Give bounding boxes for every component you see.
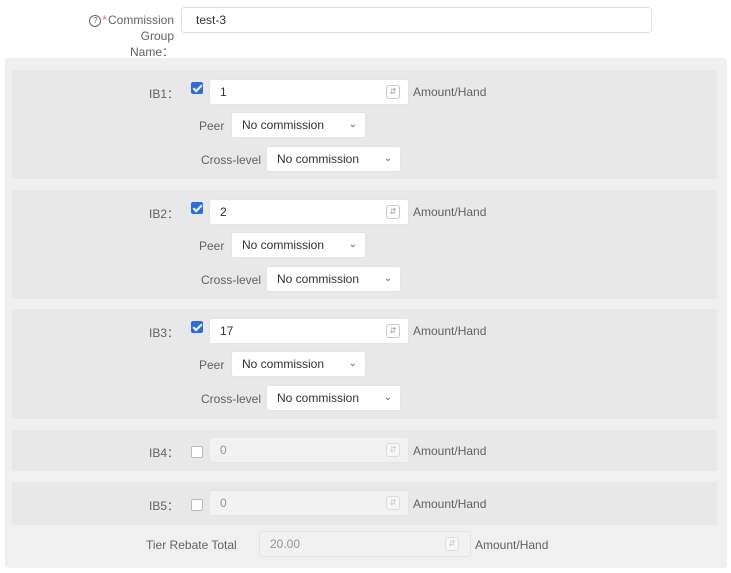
ib1-label: IB1： xyxy=(149,87,180,101)
ib1-unit: Amount/Hand xyxy=(413,85,487,99)
ib1-peer-label: Peer xyxy=(199,119,225,133)
chevron-down-icon: ⌄ xyxy=(383,392,392,403)
ib1-peer-select-value: No commission xyxy=(242,118,325,132)
ib3-peer-select[interactable]: No commission ⌄ xyxy=(231,351,366,377)
ib4-checkbox[interactable] xyxy=(191,446,203,458)
tier-rebate-total-unit: Amount/Hand xyxy=(475,538,549,552)
ib3-cross-level-label: Cross-level xyxy=(201,392,262,406)
commission-group-name-input[interactable]: test-3 xyxy=(181,7,652,33)
ib4-amount-input[interactable]: 0 xyxy=(209,437,409,463)
ib5-unit: Amount/Hand xyxy=(413,497,487,511)
ib1-block: IB1： 1 ⇵ Amount/Hand Peer No commission … xyxy=(12,70,717,179)
ib3-amount-input[interactable]: 17 xyxy=(209,318,409,344)
chevron-down-icon: ⌄ xyxy=(348,358,357,369)
tier-rebate-total-input: 20.00 xyxy=(259,531,471,557)
ib2-spinner-icon[interactable]: ⇵ xyxy=(386,205,400,219)
chevron-down-icon: ⌄ xyxy=(383,273,392,284)
ib3-label: IB3： xyxy=(149,326,180,340)
ib2-block: IB2： 2 ⇵ Amount/Hand Peer No commission … xyxy=(12,190,717,299)
ib3-peer-select-value: No commission xyxy=(242,357,325,371)
ib3-unit: Amount/Hand xyxy=(413,324,487,338)
chevron-down-icon: ⌄ xyxy=(348,119,357,130)
ib2-cross-level-select[interactable]: No commission ⌄ xyxy=(266,266,401,292)
chevron-down-icon: ⌄ xyxy=(383,153,392,164)
ib1-amount-input[interactable]: 1 xyxy=(209,79,409,105)
ib1-peer-select[interactable]: No commission ⌄ xyxy=(231,112,366,138)
ib3-cross-level-select[interactable]: No commission ⌄ xyxy=(266,385,401,411)
tier-rebate-total-label: Tier Rebate Total xyxy=(146,538,237,552)
commission-group-name-row: ? *Commission Group Name： test-3 xyxy=(0,0,731,59)
ib2-peer-select[interactable]: No commission ⌄ xyxy=(231,232,366,258)
ib2-label: IB2： xyxy=(149,207,180,221)
ib4-unit: Amount/Hand xyxy=(413,444,487,458)
ib5-amount-input[interactable]: 0 xyxy=(209,490,409,516)
ib5-block: IB5： 0 ⇵ Amount/Hand xyxy=(12,482,717,525)
ib5-spinner-icon[interactable]: ⇵ xyxy=(386,496,400,510)
name-label-line1: Commission Group xyxy=(107,13,174,43)
ib4-label: IB4： xyxy=(149,446,180,460)
ib1-cross-level-select-value: No commission xyxy=(277,152,360,166)
tier-rebate-total-spinner-icon: ⇵ xyxy=(445,537,459,551)
ib3-spinner-icon[interactable]: ⇵ xyxy=(386,324,400,338)
ib2-cross-level-select-value: No commission xyxy=(277,272,360,286)
ib2-amount-input[interactable]: 2 xyxy=(209,199,409,225)
ib5-checkbox[interactable] xyxy=(191,499,203,511)
ib2-peer-label: Peer xyxy=(199,239,225,253)
ib4-spinner-icon[interactable]: ⇵ xyxy=(386,443,400,457)
ib3-cross-level-select-value: No commission xyxy=(277,391,360,405)
ib1-checkbox[interactable] xyxy=(191,82,203,94)
chevron-down-icon: ⌄ xyxy=(348,239,357,250)
name-label-line2: Name： xyxy=(129,45,174,59)
ib1-spinner-icon[interactable]: ⇵ xyxy=(386,85,400,99)
ib3-peer-label: Peer xyxy=(199,358,225,372)
ib2-peer-select-value: No commission xyxy=(242,238,325,252)
ib3-block: IB3： 17 ⇵ Amount/Hand Peer No commission… xyxy=(12,309,717,419)
ib2-checkbox[interactable] xyxy=(191,202,203,214)
ib5-label: IB5： xyxy=(149,499,180,513)
question-circle-icon[interactable]: ? xyxy=(89,15,102,27)
ib2-cross-level-label: Cross-level xyxy=(201,273,262,287)
required-mark: * xyxy=(102,13,107,27)
ib1-cross-level-select[interactable]: No commission ⌄ xyxy=(266,146,401,172)
ib1-cross-level-label: Cross-level xyxy=(201,153,262,167)
ib4-block: IB4： 0 ⇵ Amount/Hand xyxy=(12,430,717,471)
ib2-unit: Amount/Hand xyxy=(413,205,487,219)
commission-group-name-label: ? *Commission Group Name： xyxy=(60,12,174,60)
ib3-checkbox[interactable] xyxy=(191,321,203,333)
